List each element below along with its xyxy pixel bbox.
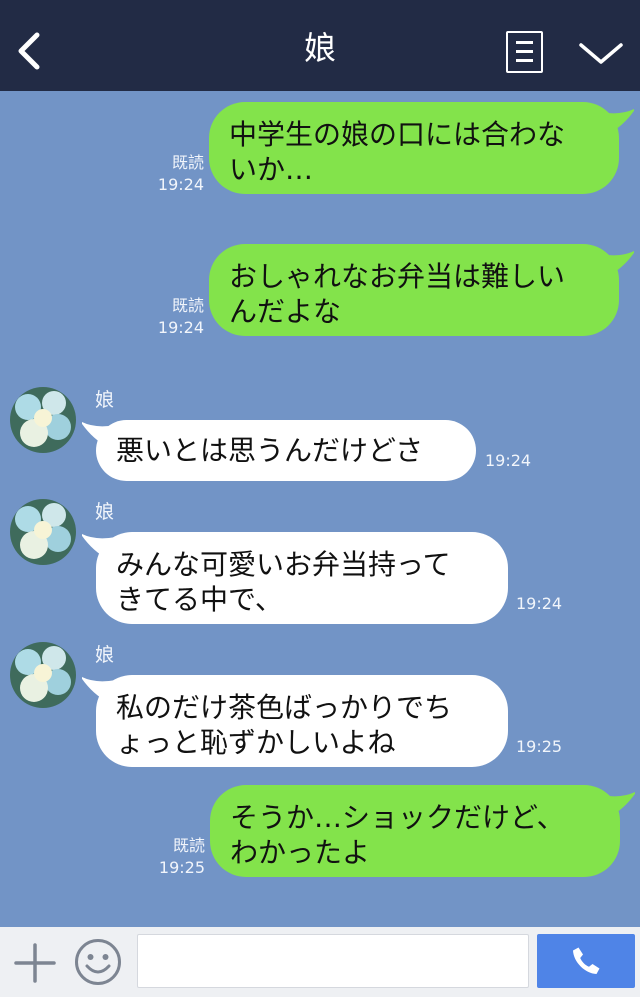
chat-header: 娘 bbox=[0, 0, 640, 91]
note-icon[interactable] bbox=[506, 31, 543, 73]
chat-title: 娘 bbox=[303, 29, 336, 67]
phone-icon bbox=[573, 947, 600, 974]
sender-name: 娘 bbox=[95, 389, 115, 411]
read-receipt: 既読 19:24 bbox=[150, 295, 204, 339]
avatar-image bbox=[10, 499, 76, 565]
sender-name: 娘 bbox=[95, 644, 115, 666]
smile-icon[interactable] bbox=[74, 938, 122, 986]
message-line: わかったよ bbox=[230, 836, 371, 869]
avatar-image bbox=[10, 387, 76, 453]
message-bubble[interactable]: おしゃれなお弁当は難しい んだよな bbox=[209, 244, 619, 336]
avatar-image bbox=[10, 642, 76, 708]
message-bubble[interactable]: 悪いとは思うんだけどさ bbox=[96, 420, 476, 481]
message-bubble[interactable]: 中学生の娘の口には合わな いか… bbox=[209, 102, 619, 194]
message-time: 19:25 bbox=[158, 858, 205, 877]
avatar[interactable] bbox=[10, 642, 76, 708]
avatar[interactable] bbox=[10, 387, 76, 453]
read-receipt: 既読 19:25 bbox=[151, 835, 205, 879]
message-time: 19:24 bbox=[485, 451, 532, 470]
message-line: みんな可愛いお弁当持って bbox=[116, 548, 451, 581]
call-button[interactable] bbox=[537, 934, 635, 988]
sender-name: 娘 bbox=[95, 501, 115, 523]
message-bubble[interactable]: 私のだけ茶色ばっかりでち ょっと恥ずかしいよね bbox=[96, 675, 508, 767]
message-line: そうか…ショックだけど、 bbox=[230, 801, 565, 834]
message-line: おしゃれなお弁当は難しい bbox=[229, 260, 566, 293]
message-time: 19:24 bbox=[157, 175, 204, 194]
message-time: 19:24 bbox=[157, 318, 204, 337]
message-line: 中学生の娘の口には合わな bbox=[229, 118, 566, 151]
chevron-down-icon[interactable] bbox=[578, 40, 624, 68]
message-line: 私のだけ茶色ばっかりでち bbox=[116, 691, 453, 724]
message-line: ょっと恥ずかしいよね bbox=[116, 726, 396, 759]
message-line: いか… bbox=[229, 153, 314, 186]
message-line: 悪いとは思うんだけどさ bbox=[116, 434, 424, 467]
message-bubble[interactable]: そうか…ショックだけど、 わかったよ bbox=[210, 785, 620, 877]
message-time: 19:25 bbox=[516, 737, 563, 756]
avatar[interactable] bbox=[10, 499, 76, 565]
message-bubble[interactable]: みんな可愛いお弁当持って きてる中で、 bbox=[96, 532, 508, 624]
message-line: んだよな bbox=[229, 295, 342, 328]
message-input[interactable] bbox=[137, 934, 529, 988]
chat-area[interactable]: 既読 19:24 中学生の娘の口には合わな いか… 既読 19:24 おしゃれな… bbox=[0, 91, 640, 927]
chevron-left-icon[interactable] bbox=[14, 32, 44, 70]
message-line: きてる中で、 bbox=[116, 583, 283, 616]
message-time: 19:24 bbox=[516, 594, 563, 613]
read-receipt: 既読 19:24 bbox=[150, 152, 204, 196]
plus-icon[interactable] bbox=[14, 943, 56, 983]
